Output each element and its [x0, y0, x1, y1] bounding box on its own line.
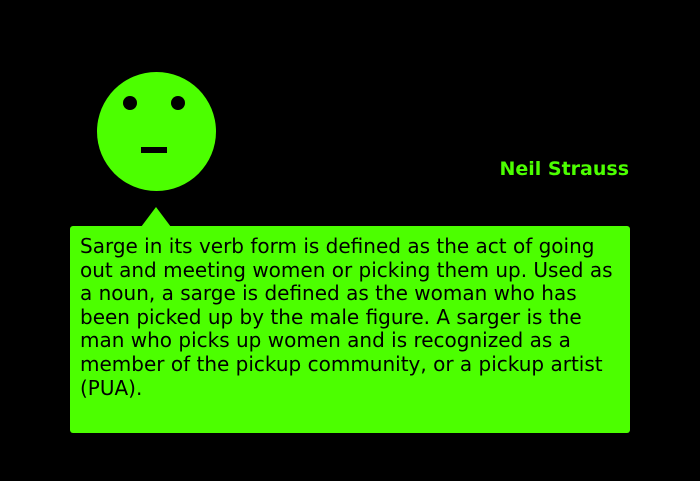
speech-bubble-tail	[141, 207, 171, 227]
quote-text: Sarge in its verb form is defined as the…	[80, 234, 613, 400]
mouth	[141, 147, 167, 153]
neutral-face-icon	[97, 72, 216, 191]
speaker-name: Neil Strauss	[499, 158, 629, 180]
quote-card: Neil Strauss Sarge in its verb form is d…	[0, 0, 700, 481]
left-eye	[123, 96, 137, 110]
speech-bubble: Sarge in its verb form is defined as the…	[70, 226, 630, 433]
right-eye	[171, 96, 185, 110]
